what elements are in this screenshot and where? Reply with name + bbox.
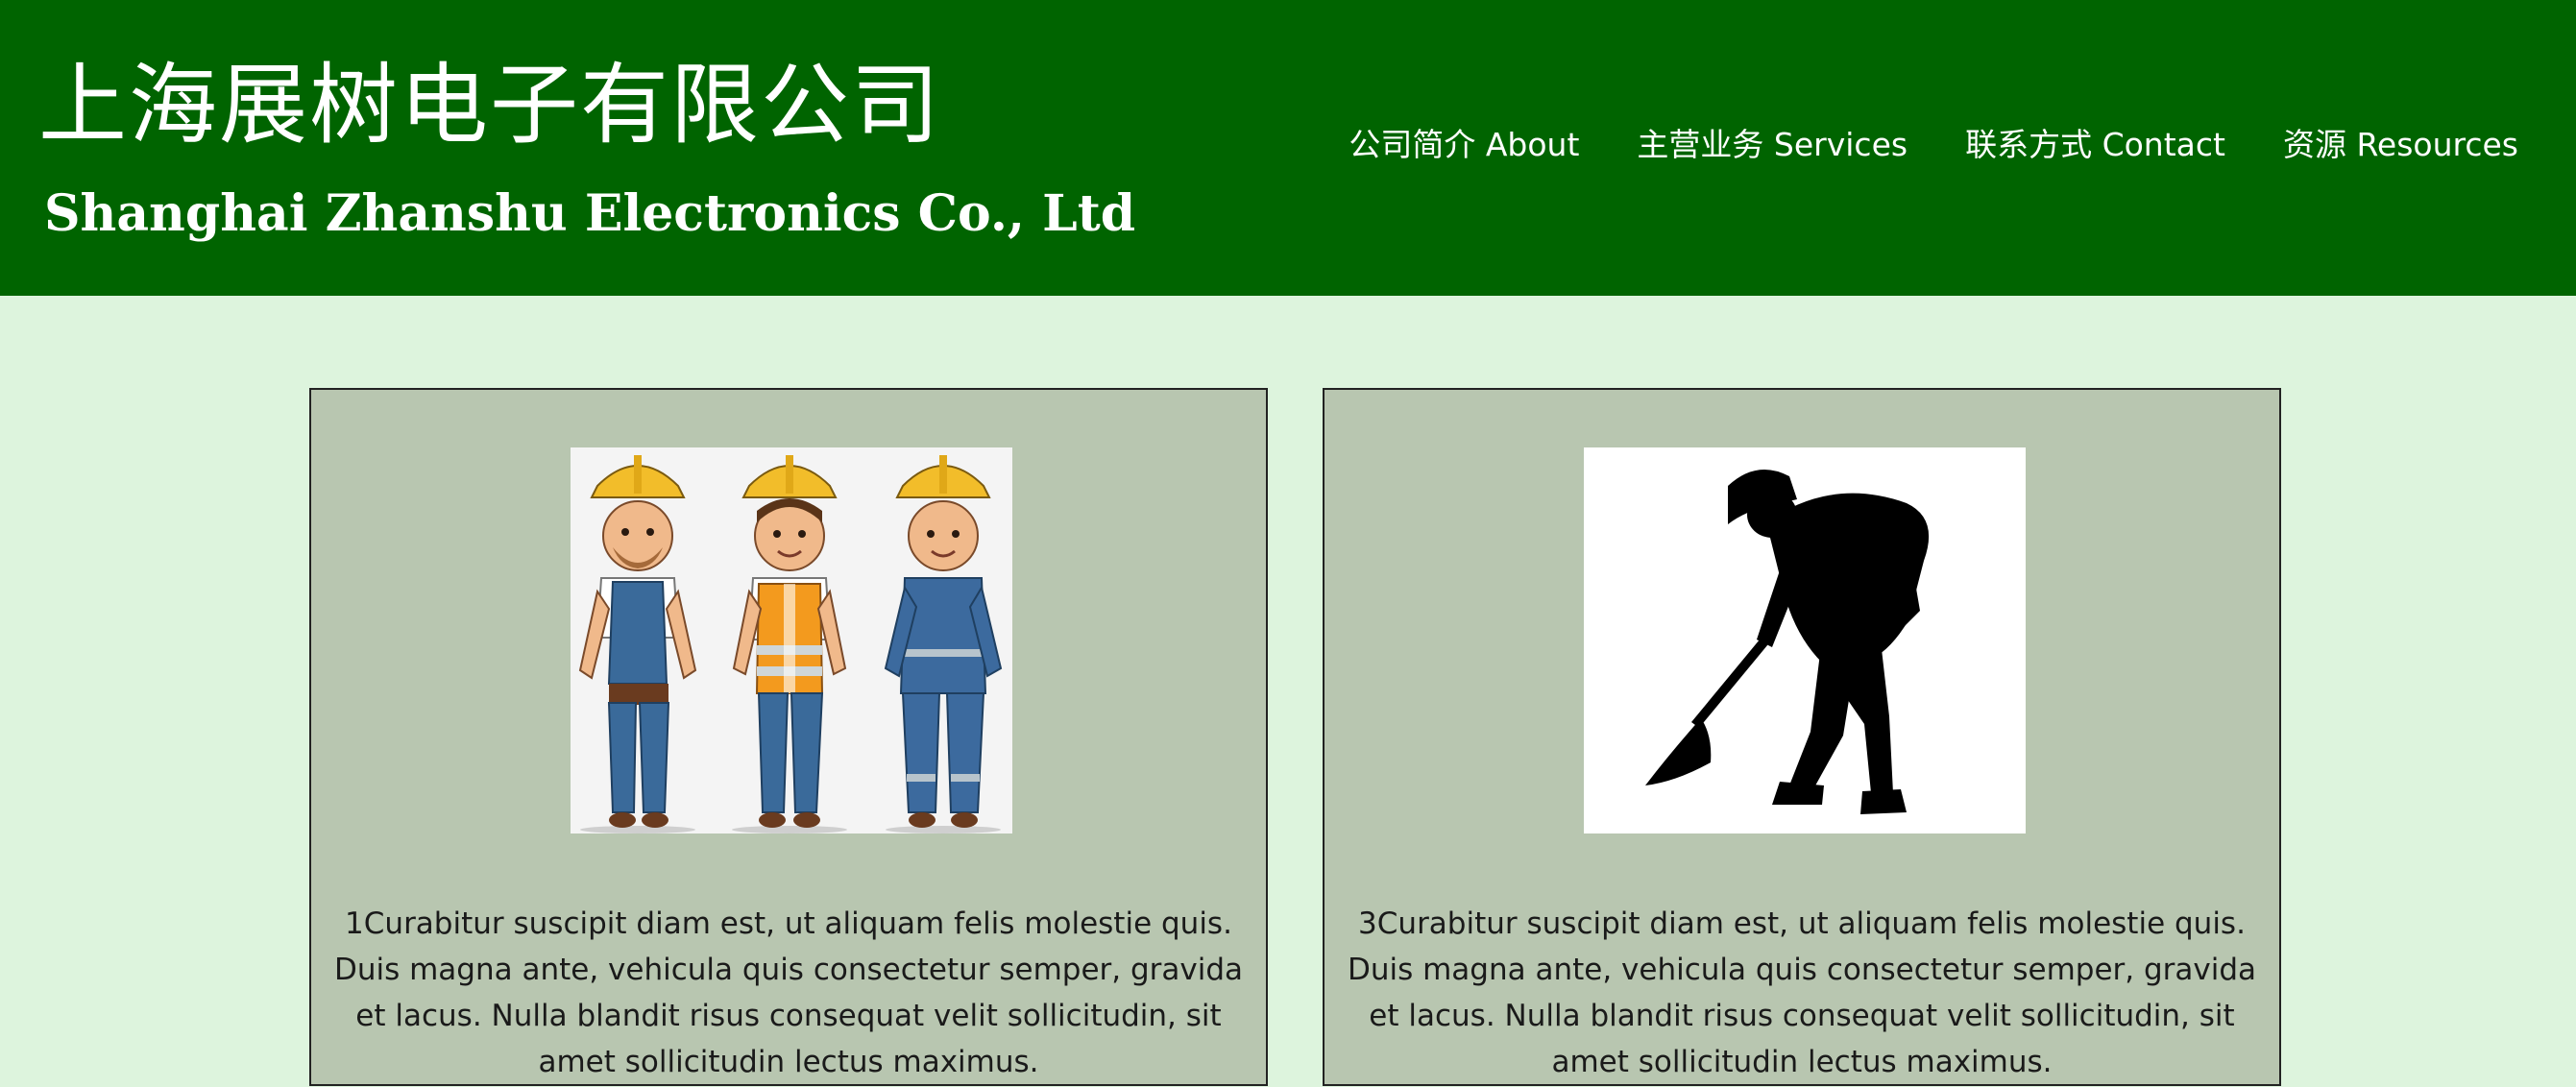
construction-workers-image bbox=[571, 447, 1012, 833]
card-description: 1Curabitur suscipit diam est, ut aliquam… bbox=[333, 906, 1244, 1079]
company-name-english: Shanghai Zhanshu Electronics Co., Ltd bbox=[44, 184, 1136, 243]
card-description: 3Curabitur suscipit diam est, ut aliquam… bbox=[1347, 906, 2257, 1079]
worker-shoveling-image bbox=[1584, 447, 2026, 833]
content-card: 3Curabitur suscipit diam est, ut aliquam… bbox=[1323, 388, 2281, 1086]
content-card: 1Curabitur suscipit diam est, ut aliquam… bbox=[309, 388, 1268, 1086]
main-nav: 公司简介 About 主营业务 Services 联系方式 Contact 资源… bbox=[1349, 121, 2518, 169]
nav-item-about[interactable]: 公司简介 About bbox=[1349, 121, 1579, 169]
site-header: 上海展树电子有限公司 Shanghai Zhanshu Electronics … bbox=[0, 0, 2576, 296]
nav-item-services[interactable]: 主营业务 Services bbox=[1637, 121, 1908, 169]
company-name-chinese: 上海展树电子有限公司 bbox=[38, 54, 942, 157]
nav-item-contact[interactable]: 联系方式 Contact bbox=[1965, 121, 2225, 169]
nav-item-resources[interactable]: 资源 Resources bbox=[2283, 121, 2518, 169]
